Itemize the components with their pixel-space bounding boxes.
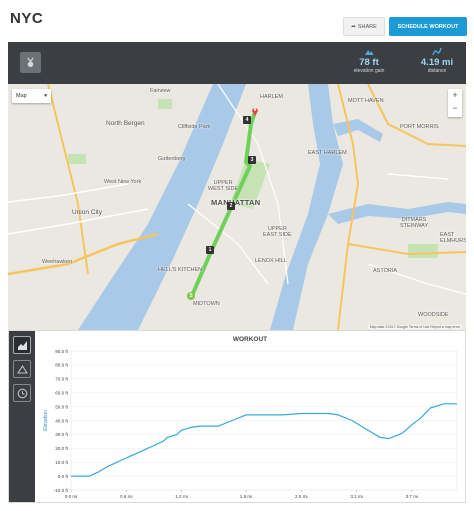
share-button-label: SHARE (357, 23, 377, 30)
clock-icon (17, 388, 27, 398)
map-label-harlem: HARLEM (260, 94, 283, 100)
share-icon: ➦ (351, 23, 356, 30)
mile-marker-4[interactable]: 4 (243, 116, 251, 124)
map-label-manhattan: MANHATTAN (211, 198, 261, 207)
map-label-upper-west-side: UPPER WEST SIDE (208, 180, 239, 192)
schedule-workout-button[interactable]: SCHEDULE WORKOUT (389, 17, 467, 36)
map-label-fairview: Fairview (150, 88, 171, 94)
map-label-hells-kitchen: HELL'S KITCHEN (158, 267, 203, 273)
map-label-guttenberg: Guttenberg (158, 156, 186, 162)
map-type-label: Map (16, 93, 27, 99)
route-map[interactable]: Map ▾ + − HARLEM EAST HARLEM UPPER WEST … (8, 84, 466, 330)
distance-label: distance (427, 68, 447, 74)
x-tick-label: 2.5 mi (295, 494, 308, 499)
chevron-down-icon: ▾ (44, 93, 47, 99)
route-end-pin-icon[interactable] (251, 106, 259, 116)
elevation-series-line (71, 403, 457, 477)
elevation-chart-button[interactable] (13, 336, 31, 354)
map-label-ditmars-steinway: DITMARS STEINWAY (400, 217, 429, 229)
distance-icon (432, 47, 442, 56)
workout-chart-panel: WORKOUT 90.0 ft 80.0 ft 70.0 ft 60.0 ft 50.0… (8, 330, 466, 503)
zoom-controls: + − (448, 89, 462, 117)
distance-value: 4.19 mi (420, 57, 454, 68)
chart-title: WORKOUT (232, 336, 268, 343)
mountain-icon (16, 364, 28, 374)
pace-chart-button[interactable] (13, 384, 31, 402)
elevation-chart-svg: 90.0 ft 80.0 ft 70.0 ft 60.0 ft 50.0 ft 40.0 … (43, 349, 458, 499)
elevation-chart: WORKOUT 90.0 ft 80.0 ft 70.0 ft 60.0 ft 50.0… (35, 331, 465, 502)
map-label-mott-haven: MOTT HAVEN (348, 98, 384, 104)
x-tick-label: 0.6 mi (120, 494, 133, 499)
elevation-gain-label: elevation gain (353, 68, 385, 74)
medal-icon (27, 57, 34, 68)
x-tick-label: 0.0 mi (65, 494, 78, 499)
y-axis-label: Elevation (43, 410, 49, 431)
activity-badge (20, 52, 41, 73)
x-tick-label: 3.1 mi (350, 494, 363, 499)
map-label-woodside: WOODSIDE (418, 312, 449, 318)
workout-page: NYC ➦ SHARE SCHEDULE WORKOUT 78 ft eleva… (0, 0, 474, 511)
y-tick-label: 50.0 ft (55, 404, 68, 409)
y-tick-label: 60.0 ft (55, 391, 68, 396)
x-tick-label: 1.9 mi (240, 494, 253, 499)
x-tick-label: 3.7 mi (406, 494, 419, 499)
zoom-out-button[interactable]: − (448, 102, 462, 115)
map-label-union-city: Union City (72, 209, 102, 216)
route-start-marker[interactable]: S (187, 292, 195, 300)
mile-marker-3[interactable]: 3 (248, 156, 256, 164)
y-tick-label: 0.0 ft (58, 474, 69, 479)
y-tick-label: 80.0 ft (55, 363, 68, 368)
elevation-gain-stat: 78 ft elevation gain (338, 47, 400, 74)
y-tick-label: 90.0 ft (55, 349, 68, 354)
y-tick-label: 30.0 ft (55, 432, 68, 437)
map-label-upper-east-side: UPPER EAST SIDE (263, 226, 292, 238)
map-label-east-harlem: EAST HARLEM (308, 150, 347, 156)
map-label-midtown: MIDTOWN (193, 301, 220, 307)
terrain-chart-button[interactable] (13, 360, 31, 378)
map-label-east-elmhurst: EAST ELMHURST (440, 232, 466, 244)
chart-mode-sidebar (9, 331, 35, 502)
map-label-cliffside-park: Cliffside Park (178, 124, 211, 130)
map-label-port-morris: PORT MORRIS (400, 124, 439, 130)
map-label-lenox-hill: LENOX HILL (255, 258, 287, 264)
mile-marker-1[interactable]: 1 (206, 246, 214, 254)
mile-marker-2[interactable]: 2 (227, 202, 235, 210)
y-tick-label: 40.0 ft (55, 418, 68, 423)
elevation-gain-value: 78 ft (359, 57, 379, 68)
x-tick-label: 1.2 mi (175, 494, 188, 499)
page-title: NYC (10, 10, 44, 27)
y-tick-label: 20.0 ft (55, 446, 68, 451)
map-label-west-new-york: West New York (104, 179, 142, 185)
map-label-weehawken: Weehawken (42, 259, 73, 265)
map-attribution[interactable]: Map data ©2017 Google Terms of Use Repor… (367, 325, 462, 329)
y-tick-label: -10.0 ft (54, 488, 69, 493)
map-type-select[interactable]: Map ▾ (12, 89, 51, 103)
elevation-chart-icon (17, 340, 27, 350)
workout-stats-bar: 78 ft elevation gain 4.19 mi distance (8, 42, 466, 84)
map-label-north-bergen: North Bergen (106, 120, 145, 127)
elevation-icon (365, 50, 374, 55)
zoom-in-button[interactable]: + (448, 89, 462, 102)
y-tick-label: 70.0 ft (55, 377, 68, 382)
share-button[interactable]: ➦ SHARE (343, 17, 385, 36)
map-label-astoria: ASTORIA (373, 268, 398, 274)
map-canvas (8, 84, 466, 330)
y-tick-label: 10.0 ft (55, 460, 68, 465)
distance-stat: 4.19 mi distance (408, 47, 466, 74)
